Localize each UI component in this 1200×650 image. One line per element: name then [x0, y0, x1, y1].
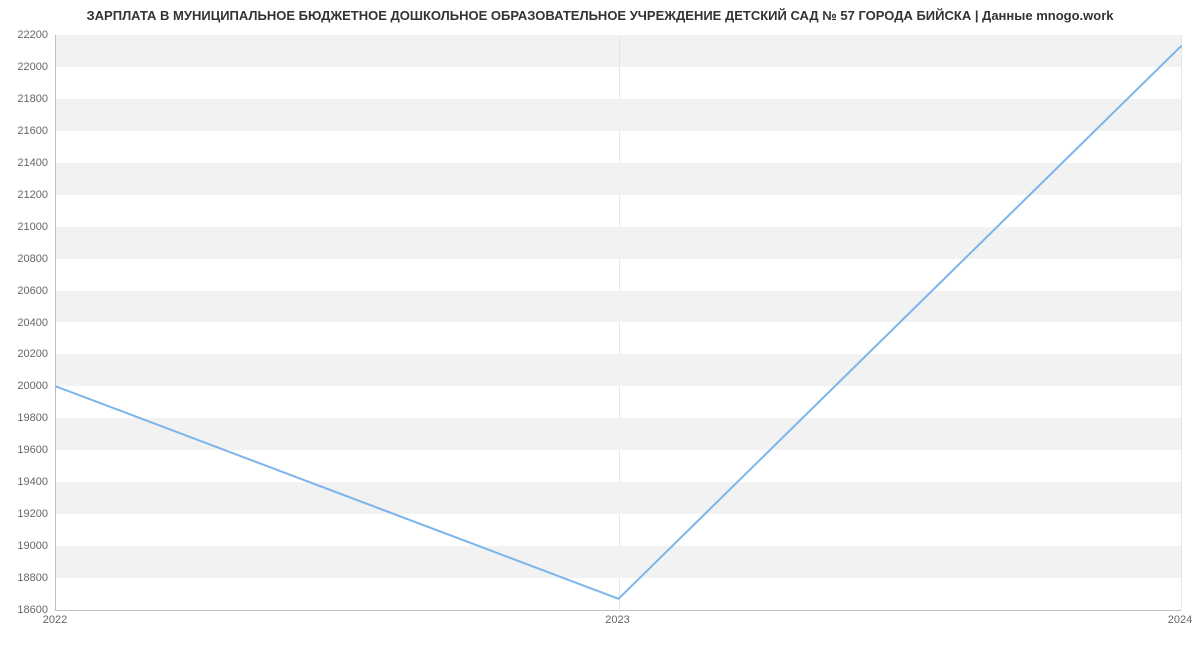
y-tick-label: 20600 [17, 285, 48, 297]
y-tick-label: 20200 [17, 348, 48, 360]
x-gridline [1181, 35, 1182, 610]
y-tick-label: 22000 [17, 61, 48, 73]
plot-area [55, 35, 1181, 611]
y-tick-label: 22200 [17, 29, 48, 41]
salary-line-chart: ЗАРПЛАТА В МУНИЦИПАЛЬНОЕ БЮДЖЕТНОЕ ДОШКО… [0, 0, 1200, 650]
y-tick-label: 18800 [17, 572, 48, 584]
y-tick-label: 20000 [17, 380, 48, 392]
x-tick-label: 2024 [1168, 614, 1192, 626]
y-tick-label: 19000 [17, 540, 48, 552]
x-tick-label: 2022 [43, 614, 67, 626]
y-tick-label: 21800 [17, 93, 48, 105]
y-tick-label: 19800 [17, 412, 48, 424]
y-tick-label: 20800 [17, 253, 48, 265]
y-tick-label: 21600 [17, 125, 48, 137]
y-tick-label: 19200 [17, 508, 48, 520]
series-line [56, 46, 1181, 599]
y-tick-label: 19400 [17, 476, 48, 488]
y-tick-label: 20400 [17, 317, 48, 329]
y-tick-label: 21400 [17, 157, 48, 169]
y-tick-label: 19600 [17, 444, 48, 456]
y-tick-label: 21000 [17, 221, 48, 233]
line-svg [56, 35, 1181, 610]
chart-title: ЗАРПЛАТА В МУНИЦИПАЛЬНОЕ БЮДЖЕТНОЕ ДОШКО… [0, 8, 1200, 23]
x-tick-label: 2023 [605, 614, 629, 626]
y-tick-label: 21200 [17, 189, 48, 201]
